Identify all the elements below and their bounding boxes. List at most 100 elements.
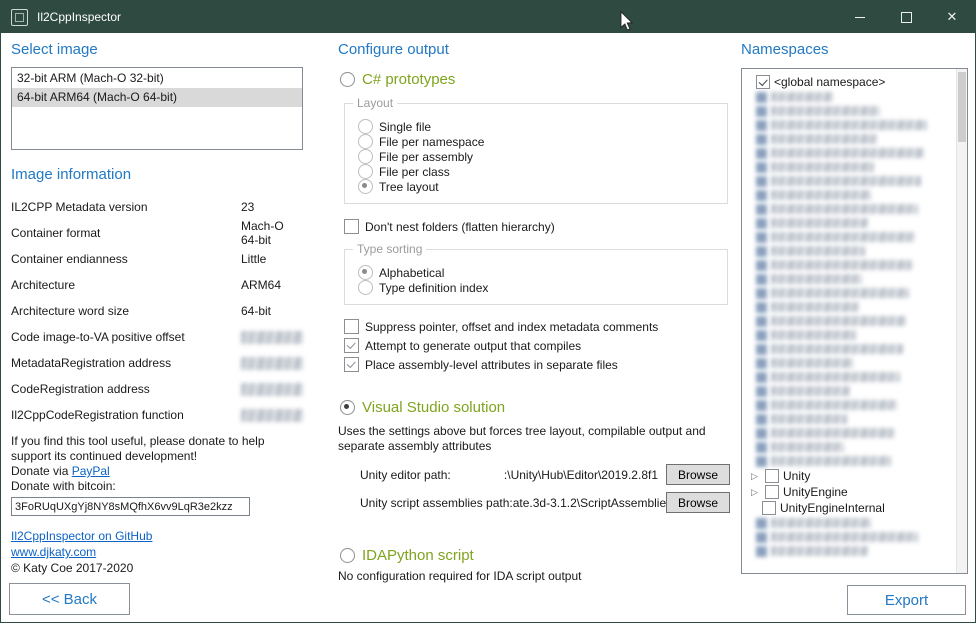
csharp-prototypes-radio-icon xyxy=(340,72,355,87)
donate-text-line2: support its continued development! xyxy=(11,449,303,464)
csharp-prototypes-option[interactable]: C# prototypes xyxy=(340,71,730,88)
unity-editor-browse-button[interactable]: Browse xyxy=(666,464,730,485)
compiles-option[interactable]: Attempt to generate output that compiles xyxy=(344,338,730,353)
redacted-label xyxy=(771,274,862,284)
unity-editor-path-value[interactable]: :\Unity\Hub\Editor\2019.2.8f1 xyxy=(451,468,666,482)
suppress-label: Suppress pointer, offset and index metad… xyxy=(365,320,658,334)
namespace-item[interactable]: ▷UnityEngine xyxy=(748,484,955,500)
redacted-checkbox xyxy=(756,274,767,285)
expander-icon[interactable]: ▷ xyxy=(748,471,761,482)
flatten-checkbox[interactable] xyxy=(344,219,359,234)
namespace-item-redacted xyxy=(748,398,955,412)
namespace-item[interactable]: <global namespace> xyxy=(748,74,955,90)
redacted-checkbox xyxy=(756,176,767,187)
layout-option[interactable]: File per assembly xyxy=(358,149,717,164)
info-row: Container formatMach-O 64-bit xyxy=(11,220,303,246)
info-row: Architecture word size64-bit xyxy=(11,298,303,324)
namespace-checkbox[interactable] xyxy=(756,75,770,89)
scrollbar-thumb[interactable] xyxy=(958,72,966,142)
namespace-item-redacted xyxy=(748,516,955,530)
layout-radio-icon xyxy=(358,179,373,194)
redacted-label xyxy=(771,442,844,452)
paypal-link[interactable]: PayPal xyxy=(72,464,110,478)
attributes-label: Place assembly-level attributes in separ… xyxy=(365,358,618,372)
unity-script-path-value[interactable]: ate.3d-3.1.2\ScriptAssemblies xyxy=(513,496,666,510)
layout-radio-icon xyxy=(358,149,373,164)
layout-option[interactable]: Tree layout xyxy=(358,179,717,194)
sorting-radio-icon xyxy=(358,280,373,295)
redacted-checkbox xyxy=(756,288,767,299)
namespace-checkbox[interactable] xyxy=(765,485,779,499)
redacted-label xyxy=(771,386,850,396)
visual-studio-option[interactable]: Visual Studio solution xyxy=(340,399,730,416)
flatten-option[interactable]: Don't nest folders (flatten hierarchy) xyxy=(344,219,730,234)
redacted-checkbox xyxy=(756,190,767,201)
info-row: Code image-to-VA positive offset xyxy=(11,324,303,350)
namespace-list: <global namespace> ▷Unity▷UnityEngineUnit… xyxy=(748,74,955,558)
sorting-options: AlphabeticalType definition index xyxy=(358,265,717,295)
image-list-item[interactable]: 32-bit ARM (Mach-O 32-bit) xyxy=(12,69,302,88)
namespace-item[interactable]: UnityEngineInternal xyxy=(748,500,955,516)
info-label: IL2CPP Metadata version xyxy=(11,200,241,214)
close-button[interactable]: ✕ xyxy=(929,1,975,33)
image-list-item[interactable]: 64-bit ARM64 (Mach-O 64-bit) xyxy=(12,88,302,107)
unity-script-browse-button[interactable]: Browse xyxy=(666,492,730,513)
export-button[interactable]: Export xyxy=(847,585,966,615)
namespace-item-redacted xyxy=(748,286,955,300)
close-icon: ✕ xyxy=(947,9,958,25)
redacted-checkbox xyxy=(756,372,767,383)
bitcoin-label: Donate with bitcoin: xyxy=(11,479,303,494)
compiles-checkbox[interactable] xyxy=(344,338,359,353)
attributes-option[interactable]: Place assembly-level attributes in separ… xyxy=(344,357,730,372)
unity-editor-path-row: Unity editor path: :\Unity\Hub\Editor\20… xyxy=(360,464,730,485)
namespace-scrollbar[interactable] xyxy=(956,69,967,573)
info-label: CodeRegistration address xyxy=(11,382,241,396)
redacted-label xyxy=(771,176,921,186)
redacted-label xyxy=(771,546,868,556)
layout-option[interactable]: File per class xyxy=(358,164,717,179)
type-sorting-group: Type sorting AlphabeticalType definition… xyxy=(344,249,728,305)
info-label: Code image-to-VA positive offset xyxy=(11,330,241,344)
namespace-item[interactable]: ▷Unity xyxy=(748,468,955,484)
minimize-button[interactable] xyxy=(837,1,883,33)
attributes-checkbox[interactable] xyxy=(344,357,359,372)
redacted-label xyxy=(771,246,865,256)
namespace-checkbox[interactable] xyxy=(762,501,776,515)
namespace-checkbox[interactable] xyxy=(765,469,779,483)
namespace-item-redacted xyxy=(748,146,955,160)
layout-group: Layout Single fileFile per namespaceFile… xyxy=(344,103,728,204)
unity-editor-path-label: Unity editor path: xyxy=(360,468,451,482)
info-label: Architecture word size xyxy=(11,304,241,318)
website-link[interactable]: www.djkaty.com xyxy=(11,545,96,559)
info-row: Il2CppCodeRegistration function xyxy=(11,402,303,428)
back-button[interactable]: << Back xyxy=(9,583,130,615)
redacted-checkbox xyxy=(756,106,767,117)
info-row: ArchitectureARM64 xyxy=(11,272,303,298)
github-link[interactable]: Il2CppInspector on GitHub xyxy=(11,529,152,543)
namespace-list-panel: <global namespace> ▷Unity▷UnityEngineUnit… xyxy=(741,68,968,574)
idapython-option[interactable]: IDAPython script xyxy=(340,547,730,564)
maximize-button[interactable] xyxy=(883,1,929,33)
idapython-label: IDAPython script xyxy=(362,547,474,564)
window-controls: ✕ xyxy=(837,1,975,33)
sorting-option[interactable]: Alphabetical xyxy=(358,265,717,280)
suppress-option[interactable]: Suppress pointer, offset and index metad… xyxy=(344,319,730,334)
redacted-checkbox xyxy=(756,518,767,529)
layout-option[interactable]: Single file xyxy=(358,119,717,134)
redacted-label xyxy=(771,532,918,542)
expander-icon[interactable]: ▷ xyxy=(748,487,761,498)
redacted-label xyxy=(771,456,891,466)
namespace-item-redacted xyxy=(748,300,955,314)
image-list[interactable]: 32-bit ARM (Mach-O 32-bit)64-bit ARM64 (… xyxy=(11,67,303,150)
suppress-checkbox[interactable] xyxy=(344,319,359,334)
layout-options: Single fileFile per namespaceFile per as… xyxy=(358,119,717,194)
redacted-checkbox xyxy=(756,204,767,215)
layout-option[interactable]: File per namespace xyxy=(358,134,717,149)
sorting-option[interactable]: Type definition index xyxy=(358,280,717,295)
mouse-cursor xyxy=(619,11,635,33)
redacted-label xyxy=(771,92,833,102)
redacted-checkbox xyxy=(756,316,767,327)
info-row: MetadataRegistration address xyxy=(11,350,303,376)
layout-option-label: File per assembly xyxy=(379,150,473,164)
bitcoin-address-input[interactable] xyxy=(11,497,250,516)
